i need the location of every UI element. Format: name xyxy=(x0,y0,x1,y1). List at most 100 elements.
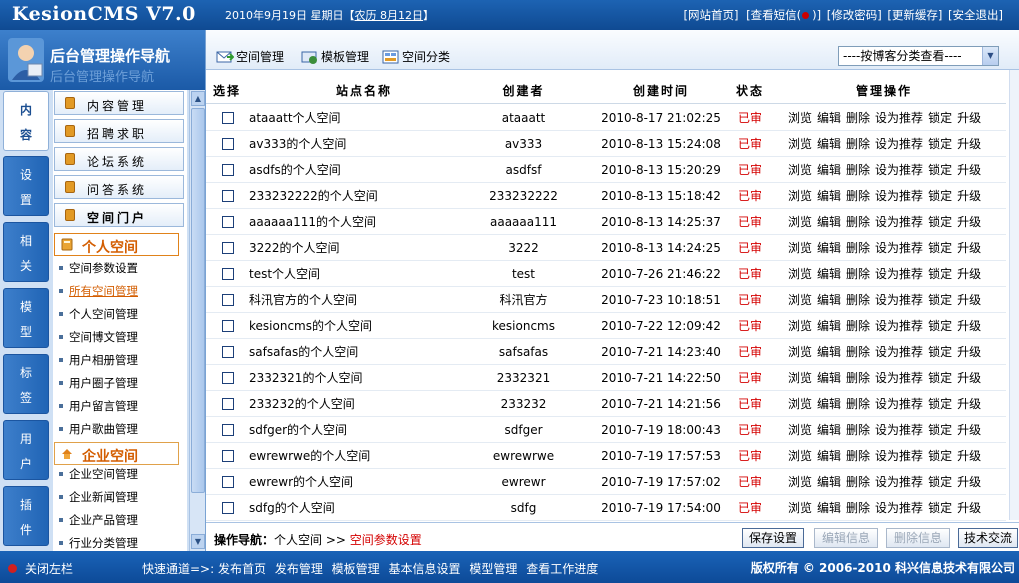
row-checkbox[interactable] xyxy=(222,268,234,280)
row-op-1-link[interactable]: 编辑 xyxy=(817,267,841,281)
row-op-3-link[interactable]: 设为推荐 xyxy=(875,371,923,385)
row-op-5-link[interactable]: 升级 xyxy=(957,215,981,229)
row-op-2-link[interactable]: 删除 xyxy=(846,423,870,437)
row-op-1-link[interactable]: 编辑 xyxy=(817,475,841,489)
row-site-name[interactable]: ewrewrwe的个人空间 xyxy=(249,443,370,469)
row-op-4-link[interactable]: 锁定 xyxy=(928,423,952,437)
space-category-button[interactable]: 空间分类 xyxy=(382,48,450,65)
row-op-3-link[interactable]: 设为推荐 xyxy=(875,241,923,255)
space-manage-button[interactable]: 空间管理 xyxy=(216,48,284,65)
close-left-panel-button[interactable]: 关闭左栏 xyxy=(8,560,73,577)
row-op-1-link[interactable]: 编辑 xyxy=(817,449,841,463)
group-personal-space[interactable]: 个人空间 xyxy=(54,233,179,256)
row-op-5-link[interactable]: 升级 xyxy=(957,241,981,255)
row-op-0-link[interactable]: 浏览 xyxy=(788,371,812,385)
row-op-1-link[interactable]: 编辑 xyxy=(817,345,841,359)
menu-industry-categories[interactable]: 行业分类管理 xyxy=(57,533,185,551)
chevron-down-icon[interactable]: ▼ xyxy=(982,47,998,65)
row-checkbox[interactable] xyxy=(222,190,234,202)
quick-publish-manage[interactable]: 发布管理 xyxy=(275,562,323,576)
row-op-5-link[interactable]: 升级 xyxy=(957,345,981,359)
row-op-5-link[interactable]: 升级 xyxy=(957,423,981,437)
tech-exchange-button[interactable]: 技术交流 xyxy=(958,528,1018,548)
scroll-up-icon[interactable]: ▲ xyxy=(191,91,205,106)
module-forum[interactable]: 论坛系统 xyxy=(54,147,184,171)
lunar-date-link[interactable]: 农历 8月12日 xyxy=(355,9,424,22)
row-op-4-link[interactable]: 锁定 xyxy=(928,163,952,177)
row-op-4-link[interactable]: 锁定 xyxy=(928,449,952,463)
change-password-link[interactable]: [修改密码] xyxy=(827,8,882,22)
row-op-1-link[interactable]: 编辑 xyxy=(817,293,841,307)
row-op-2-link[interactable]: 删除 xyxy=(846,345,870,359)
menu-enterprise-products[interactable]: 企业产品管理 xyxy=(57,510,185,530)
row-op-2-link[interactable]: 删除 xyxy=(846,371,870,385)
row-op-2-link[interactable]: 删除 xyxy=(846,137,870,151)
row-op-0-link[interactable]: 浏览 xyxy=(788,449,812,463)
row-op-4-link[interactable]: 锁定 xyxy=(928,397,952,411)
row-op-3-link[interactable]: 设为推荐 xyxy=(875,423,923,437)
row-op-1-link[interactable]: 编辑 xyxy=(817,371,841,385)
row-op-3-link[interactable]: 设为推荐 xyxy=(875,397,923,411)
row-checkbox[interactable] xyxy=(222,164,234,176)
tab-settings[interactable]: 设置 xyxy=(3,156,49,216)
row-op-3-link[interactable]: 设为推荐 xyxy=(875,449,923,463)
row-op-3-link[interactable]: 设为推荐 xyxy=(875,163,923,177)
row-op-5-link[interactable]: 升级 xyxy=(957,163,981,177)
row-op-1-link[interactable]: 编辑 xyxy=(817,111,841,125)
row-op-0-link[interactable]: 浏览 xyxy=(788,293,812,307)
row-op-4-link[interactable]: 锁定 xyxy=(928,371,952,385)
row-op-2-link[interactable]: 删除 xyxy=(846,111,870,125)
row-op-2-link[interactable]: 删除 xyxy=(846,449,870,463)
row-op-2-link[interactable]: 删除 xyxy=(846,241,870,255)
row-op-4-link[interactable]: 锁定 xyxy=(928,241,952,255)
row-op-2-link[interactable]: 删除 xyxy=(846,267,870,281)
row-op-4-link[interactable]: 锁定 xyxy=(928,345,952,359)
row-checkbox[interactable] xyxy=(222,242,234,254)
tab-plugins[interactable]: 插件 xyxy=(3,486,49,546)
quick-template-manage[interactable]: 模板管理 xyxy=(332,562,380,576)
menu-enterprise-spaces[interactable]: 企业空间管理 xyxy=(57,464,185,484)
row-op-1-link[interactable]: 编辑 xyxy=(817,189,841,203)
quick-basic-settings[interactable]: 基本信息设置 xyxy=(389,562,461,576)
row-site-name[interactable]: kesioncms的个人空间 xyxy=(249,313,372,339)
row-op-4-link[interactable]: 锁定 xyxy=(928,137,952,151)
module-space-portal[interactable]: 空间门户 xyxy=(54,203,184,227)
row-op-0-link[interactable]: 浏览 xyxy=(788,137,812,151)
row-site-name[interactable]: av333的个人空间 xyxy=(249,131,346,157)
row-op-0-link[interactable]: 浏览 xyxy=(788,189,812,203)
row-op-4-link[interactable]: 锁定 xyxy=(928,267,952,281)
site-home-link[interactable]: [网站首页] xyxy=(683,8,738,22)
row-op-2-link[interactable]: 删除 xyxy=(846,397,870,411)
row-op-2-link[interactable]: 删除 xyxy=(846,215,870,229)
quick-publish-home[interactable]: 发布首页 xyxy=(218,562,266,576)
menu-personal-spaces[interactable]: 个人空间管理 xyxy=(57,304,185,324)
tab-tags[interactable]: 标签 xyxy=(3,354,49,414)
row-op-2-link[interactable]: 删除 xyxy=(846,475,870,489)
row-op-0-link[interactable]: 浏览 xyxy=(788,241,812,255)
row-op-0-link[interactable]: 浏览 xyxy=(788,111,812,125)
row-checkbox[interactable] xyxy=(222,450,234,462)
row-op-1-link[interactable]: 编辑 xyxy=(817,319,841,333)
row-op-4-link[interactable]: 锁定 xyxy=(928,319,952,333)
row-op-4-link[interactable]: 锁定 xyxy=(928,475,952,489)
row-site-name[interactable]: 科汛官方的个人空间 xyxy=(249,287,357,313)
row-op-5-link[interactable]: 升级 xyxy=(957,137,981,151)
row-op-5-link[interactable]: 升级 xyxy=(957,293,981,307)
row-op-1-link[interactable]: 编辑 xyxy=(817,215,841,229)
row-site-name[interactable]: sdfg的个人空间 xyxy=(249,495,335,521)
row-op-3-link[interactable]: 设为推荐 xyxy=(875,189,923,203)
row-op-2-link[interactable]: 删除 xyxy=(846,293,870,307)
sidebar-scrollbar[interactable]: ▲ ▼ xyxy=(189,90,205,551)
edit-info-button[interactable]: 编辑信息 xyxy=(814,528,878,548)
row-site-name[interactable]: ewrewr的个人空间 xyxy=(249,469,353,495)
row-op-5-link[interactable]: 升级 xyxy=(957,267,981,281)
row-site-name[interactable]: aaaaaa111的个人空间 xyxy=(249,209,376,235)
menu-all-spaces[interactable]: 所有空间管理 xyxy=(57,281,185,301)
quick-work-progress[interactable]: 查看工作进度 xyxy=(526,562,598,576)
row-op-0-link[interactable]: 浏览 xyxy=(788,319,812,333)
row-checkbox[interactable] xyxy=(222,476,234,488)
row-op-0-link[interactable]: 浏览 xyxy=(788,345,812,359)
main-scrollbar[interactable] xyxy=(1009,70,1019,520)
menu-user-albums[interactable]: 用户相册管理 xyxy=(57,350,185,370)
breadcrumb-parent[interactable]: 个人空间 xyxy=(274,533,322,547)
